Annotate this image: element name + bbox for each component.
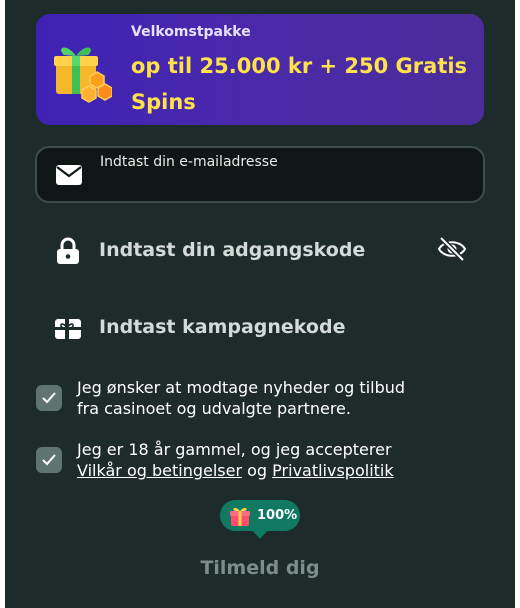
- age-terms-checkbox[interactable]: [36, 447, 62, 473]
- bonus-percent: 100%: [257, 508, 298, 523]
- newsletter-consent-line1: Jeg ønsker at modtage nyheder og tilbud: [77, 378, 406, 397]
- checkmark-icon: [42, 454, 56, 466]
- eye-slash-icon[interactable]: [437, 235, 467, 263]
- age-terms-line2: Vilkår og betingelser og Privatlivspolit…: [77, 460, 394, 481]
- bonus-badge: 100%: [220, 500, 300, 531]
- email-label: Indtast din e-mailadresse: [100, 154, 278, 170]
- lock-icon: [57, 237, 79, 264]
- signup-button[interactable]: Tilmeld dig: [160, 552, 360, 584]
- newsletter-consent-text: Jeg ønsker at modtage nyheder og tilbud …: [77, 377, 405, 419]
- and-text: og: [247, 461, 268, 480]
- newsletter-consent-line2: fra casinoet og udvalgte partnere.: [77, 399, 351, 418]
- promo-code-field[interactable]: Indtast kampagnekode: [99, 316, 345, 338]
- newsletter-checkbox[interactable]: [36, 385, 62, 411]
- gift-icon: [230, 507, 250, 526]
- password-field[interactable]: Indtast din adgangskode: [99, 239, 365, 261]
- envelope-icon: [56, 165, 82, 185]
- age-terms-line1: Jeg er 18 år gammel, og jeg accepterer: [77, 440, 392, 459]
- gift-card-icon: [55, 319, 81, 339]
- banner-offer: op til 25.000 kr + 250 Gratis Spins: [131, 54, 468, 114]
- banner-kicker: Velkomstpakke: [131, 24, 251, 40]
- age-terms-consent-text: Jeg er 18 år gammel, og jeg accepterer V…: [77, 439, 394, 481]
- email-field[interactable]: Indtast din e-mailadresse: [35, 146, 485, 203]
- welcome-banner: Velkomstpakke op til 25.000 kr + 250 Gra…: [36, 14, 484, 125]
- checkmark-icon: [42, 392, 56, 404]
- terms-link[interactable]: Vilkår og betingelser: [77, 461, 242, 480]
- privacy-link[interactable]: Privatlivspolitik: [272, 461, 393, 480]
- badge-pointer: [252, 530, 268, 539]
- gift-box-icon: [54, 47, 112, 103]
